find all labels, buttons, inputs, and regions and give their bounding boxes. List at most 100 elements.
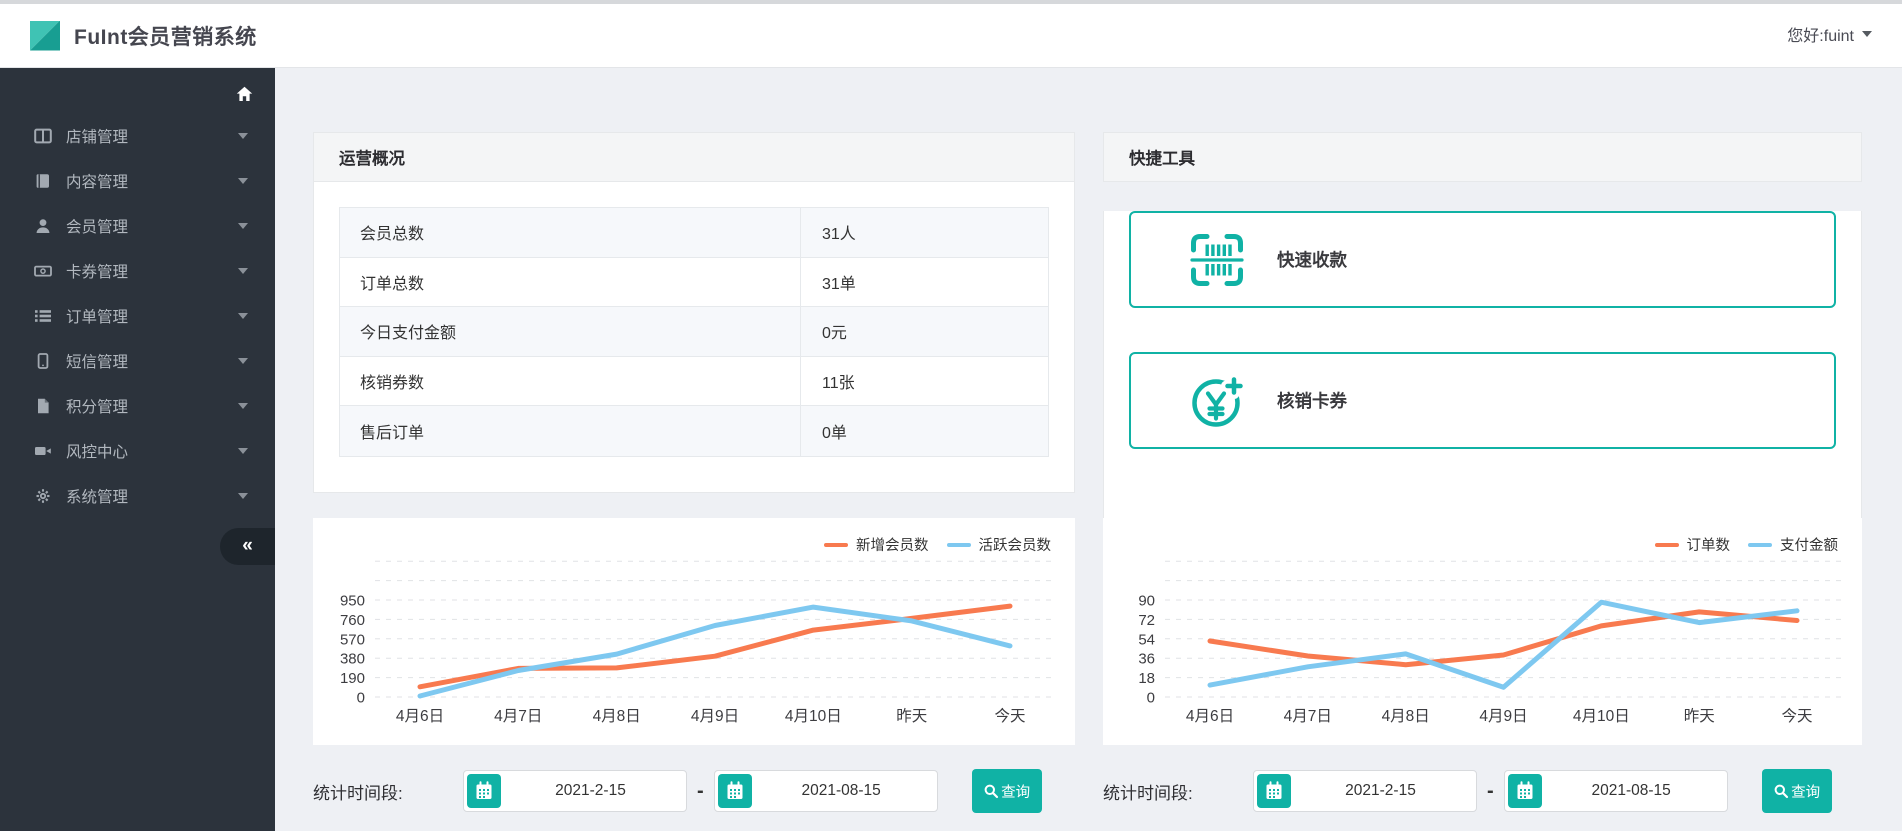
svg-text:4月10日: 4月10日 xyxy=(785,708,842,725)
svg-text:4月8日: 4月8日 xyxy=(593,708,641,725)
search-icon xyxy=(1774,784,1789,799)
legend-line-marker xyxy=(1748,542,1772,547)
row-value: 31人 xyxy=(822,226,856,244)
table-row: 订单总数 31单 xyxy=(340,257,1048,308)
svg-text:4月7日: 4月7日 xyxy=(494,708,542,725)
gear-icon xyxy=(33,488,53,504)
calendar-icon xyxy=(1266,781,1282,799)
sidebar-item-risk[interactable]: 风控中心 xyxy=(0,428,275,473)
legend-label: 活跃会员数 xyxy=(978,538,1052,554)
panel-quick-tools: 快捷工具 快速收款 核销卡券 xyxy=(1103,132,1862,522)
sidebar-item-points[interactable]: 积分管理 xyxy=(0,383,275,428)
calendar-icon xyxy=(476,781,492,799)
chevron-down-icon xyxy=(238,222,248,229)
svg-text:570: 570 xyxy=(340,631,365,648)
sidebar-item-order[interactable]: 订单管理 xyxy=(0,293,275,338)
panel-header: 运营概况 xyxy=(313,132,1075,182)
sidebar-item-sms[interactable]: 短信管理 xyxy=(0,338,275,383)
svg-text:0: 0 xyxy=(1147,690,1155,707)
columns-icon xyxy=(33,128,53,144)
svg-text:380: 380 xyxy=(340,651,365,668)
chart-legend: 订单数 支付金额 xyxy=(1654,534,1838,555)
svg-text:950: 950 xyxy=(340,593,365,610)
home-icon xyxy=(236,86,252,101)
panel-title: 快捷工具 xyxy=(1129,150,1195,168)
sidebar-item-coupon[interactable]: 卡券管理 xyxy=(0,248,275,293)
query-button[interactable]: 查询 xyxy=(1761,769,1832,813)
file-icon xyxy=(33,398,53,414)
legend-item[interactable]: 支付金额 xyxy=(1748,534,1838,555)
book-icon xyxy=(33,173,53,189)
chevron-down-icon xyxy=(238,267,248,274)
sidebar-collapse-button[interactable]: « xyxy=(220,528,275,565)
date-range-separator: - xyxy=(1487,779,1494,802)
search-icon xyxy=(984,784,999,799)
end-date-input[interactable]: 2021-08-15 xyxy=(713,770,938,812)
svg-text:54: 54 xyxy=(1138,631,1155,648)
calendar-button[interactable] xyxy=(467,774,501,808)
row-value: 31单 xyxy=(822,275,856,293)
chart-orders: 订单数 支付金额 0 18 36 54 72 90 4月6日 4月7日 4月8日 4月9日 4月10日… xyxy=(1103,518,1862,745)
svg-text:昨天: 昨天 xyxy=(896,707,927,725)
end-date-input[interactable]: 2021-08-15 xyxy=(1503,770,1728,812)
svg-text:4月7日: 4月7日 xyxy=(1284,708,1332,725)
legend-label: 订单数 xyxy=(1686,538,1731,554)
start-date-input[interactable]: 2021-2-15 xyxy=(1253,770,1477,812)
home-button[interactable] xyxy=(230,80,258,108)
legend-line-marker xyxy=(1654,542,1679,547)
chevron-down-icon xyxy=(238,447,248,454)
legend-line-marker xyxy=(824,542,848,547)
yen-plus-icon xyxy=(1192,372,1245,427)
date-range-label: 统计时间段: xyxy=(313,783,403,803)
svg-text:昨天: 昨天 xyxy=(1684,707,1715,725)
table-row: 今日支付金额 0元 xyxy=(340,307,1048,357)
quick-tool-scan-pay[interactable]: 快速收款 xyxy=(1129,211,1836,308)
user-menu[interactable]: 您好:fuint xyxy=(1787,0,1872,67)
top-bar: FuInt会员营销系统 您好:fuint xyxy=(0,0,1902,68)
panel-body: 会员总数 31人 订单总数 31单 今日支付金额 0元 核销券数 11张 售后订… xyxy=(313,182,1075,493)
chevron-down-icon xyxy=(238,402,248,409)
start-date-value: 2021-2-15 xyxy=(555,782,626,799)
row-value: 0元 xyxy=(822,325,847,343)
video-icon xyxy=(33,443,53,459)
svg-text:4月6日: 4月6日 xyxy=(396,708,444,725)
sidebar-item-content[interactable]: 内容管理 xyxy=(0,158,275,203)
sidebar-item-member[interactable]: 会员管理 xyxy=(0,203,275,248)
legend-item[interactable]: 新增会员数 xyxy=(824,534,929,555)
svg-text:4月6日: 4月6日 xyxy=(1186,708,1234,725)
start-date-input[interactable]: 2021-2-15 xyxy=(463,770,687,812)
legend-label: 新增会员数 xyxy=(856,538,929,554)
query-button[interactable]: 查询 xyxy=(971,769,1042,813)
app-logo-icon xyxy=(30,20,60,51)
chevron-down-icon xyxy=(238,357,248,364)
end-date-value: 2021-08-15 xyxy=(801,782,881,799)
svg-text:18: 18 xyxy=(1138,670,1155,687)
window-top-strip xyxy=(0,0,1902,4)
legend-item[interactable]: 订单数 xyxy=(1654,534,1731,555)
panel-body: 快速收款 核销卡券 xyxy=(1103,211,1862,522)
calendar-button[interactable] xyxy=(1257,774,1291,808)
chevron-down-icon xyxy=(238,312,248,319)
sidebar: 店铺管理 内容管理 会员管理 卡券管理 订单管理 短信管理 积分管理 风控中心 … xyxy=(0,68,275,831)
barcode-scan-icon xyxy=(1190,233,1244,286)
row-label: 核销券数 xyxy=(340,356,801,406)
legend-item[interactable]: 活跃会员数 xyxy=(946,534,1052,555)
quick-tool-verify-coupon[interactable]: 核销卡券 xyxy=(1129,352,1836,449)
calendar-button[interactable] xyxy=(1507,774,1542,808)
calendar-button[interactable] xyxy=(717,774,752,808)
stats-table: 会员总数 31人 订单总数 31单 今日支付金额 0元 核销券数 11张 售后订… xyxy=(339,207,1049,457)
svg-text:4月8日: 4月8日 xyxy=(1382,708,1430,725)
sidebar-item-store[interactable]: 店铺管理 xyxy=(0,113,275,158)
row-label: 订单总数 xyxy=(340,257,801,307)
chart-legend: 新增会员数 活跃会员数 xyxy=(824,534,1051,555)
svg-text:今天: 今天 xyxy=(994,707,1025,725)
svg-text:190: 190 xyxy=(340,670,365,687)
date-filter-left: 统计时间段: 2021-2-15 - 2021-08-15 查询 xyxy=(313,769,1042,813)
sidebar-item-system[interactable]: 系统管理 xyxy=(0,473,275,518)
page: FuInt会员营销系统 您好:fuint 店铺管理 内容管理 会员管理 卡券管理… xyxy=(0,0,1902,831)
row-label: 售后订单 xyxy=(340,406,801,456)
date-filter-right: 统计时间段: 2021-2-15 - 2021-08-15 查询 xyxy=(1103,769,1832,813)
date-range-separator: - xyxy=(697,779,704,802)
panel-header: 快捷工具 xyxy=(1103,132,1862,182)
svg-text:今天: 今天 xyxy=(1781,707,1812,725)
